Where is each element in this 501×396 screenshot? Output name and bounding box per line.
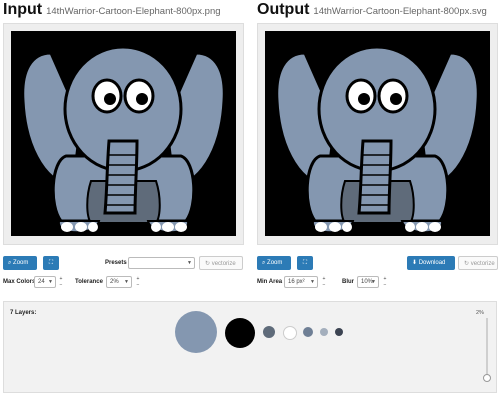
layer-swatch[interactable] [283,326,297,340]
output-vectorize-label: vectorize [470,261,495,267]
chevron-down-icon: ▼ [48,279,53,285]
output-panel [257,23,498,245]
input-zoom-button[interactable]: ⌕ Zoom [3,256,37,270]
elephant-drawing [275,45,480,234]
input-panel [3,23,244,245]
input-filename: 14thWarrior-Cartoon-Elephant-800px.png [46,6,221,17]
min-area-select[interactable]: 16 px² ▼ [284,276,318,288]
blur-select[interactable]: 10% ▼ [357,276,379,288]
chevron-down-icon: ▼ [310,279,315,285]
output-zoom-label: Zoom [267,260,283,266]
output-zoom-button[interactable]: ⌕ Zoom [257,256,291,270]
output-title: Output [257,1,310,18]
layer-size-slider[interactable] [486,318,488,376]
input-vectorize-button[interactable]: ↻ vectorize [199,256,243,270]
output-elephant-image [275,45,480,234]
chevron-down-icon: ▼ [371,279,376,285]
download-icon: ⬇ [412,260,418,266]
layer-swatch[interactable] [320,328,328,336]
search-icon: ⌕ [8,260,12,266]
min-area-stepper[interactable]: + − [321,276,327,288]
slider-handle[interactable] [483,374,491,382]
input-zoom-label: Zoom [13,260,29,266]
min-area-value: 16 px² [288,279,305,285]
download-button[interactable]: ⬇ Download [407,256,455,270]
input-image [11,31,236,236]
presets-label: Presets [105,260,127,266]
fullscreen-icon: ⛶ [302,260,308,266]
output-filename: 14thWarrior-Cartoon-Elephant-800px.svg [313,6,487,17]
refresh-icon: ↻ [464,261,470,267]
input-title: Input [3,1,43,18]
max-colors-stepper[interactable]: + − [58,276,64,288]
output-vectorize-button[interactable]: ↻ vectorize [458,256,498,270]
input-fit-button[interactable]: ⛶ [43,256,59,270]
tolerance-value: 2% [110,279,119,285]
blur-label: Blur [342,279,354,285]
layer-swatch[interactable] [335,328,343,336]
tolerance-select[interactable]: 2% ▼ [106,276,132,288]
chevron-down-icon: ▼ [124,279,129,285]
max-colors-label: Max Colors [3,279,36,285]
elephant-drawing [21,45,226,234]
layer-slider-value: 2% [476,310,484,316]
refresh-icon: ↻ [205,261,211,267]
output-fit-button[interactable]: ⛶ [297,256,313,270]
search-icon: ⌕ [262,260,266,266]
layers-panel: 7 Layers: 2% [3,301,497,393]
input-vectorize-label: vectorize [211,261,236,267]
download-label: Download [418,260,446,266]
output-heading: Output 14thWarrior-Cartoon-Elephant-800px… [257,1,487,19]
max-colors-value: 24 [38,279,45,285]
tolerance-stepper[interactable]: + − [135,276,141,288]
layer-swatch[interactable] [175,311,217,353]
tolerance-label: Tolerance [75,279,103,285]
fullscreen-icon: ⛶ [48,260,54,266]
presets-select[interactable]: ▼ [128,257,195,269]
input-heading: Input 14thWarrior-Cartoon-Elephant-800px.… [3,1,221,19]
layers-count-label: 7 Layers: [10,310,37,316]
max-colors-select[interactable]: 24 ▼ [34,276,56,288]
layer-swatch[interactable] [225,318,255,348]
chevron-down-icon: ▼ [187,260,192,266]
layer-swatch[interactable] [303,327,313,337]
output-image [265,31,490,236]
input-elephant-image [21,45,226,234]
min-area-label: Min Area [257,279,283,285]
blur-stepper[interactable]: + − [382,276,388,288]
layer-swatch[interactable] [263,326,275,338]
